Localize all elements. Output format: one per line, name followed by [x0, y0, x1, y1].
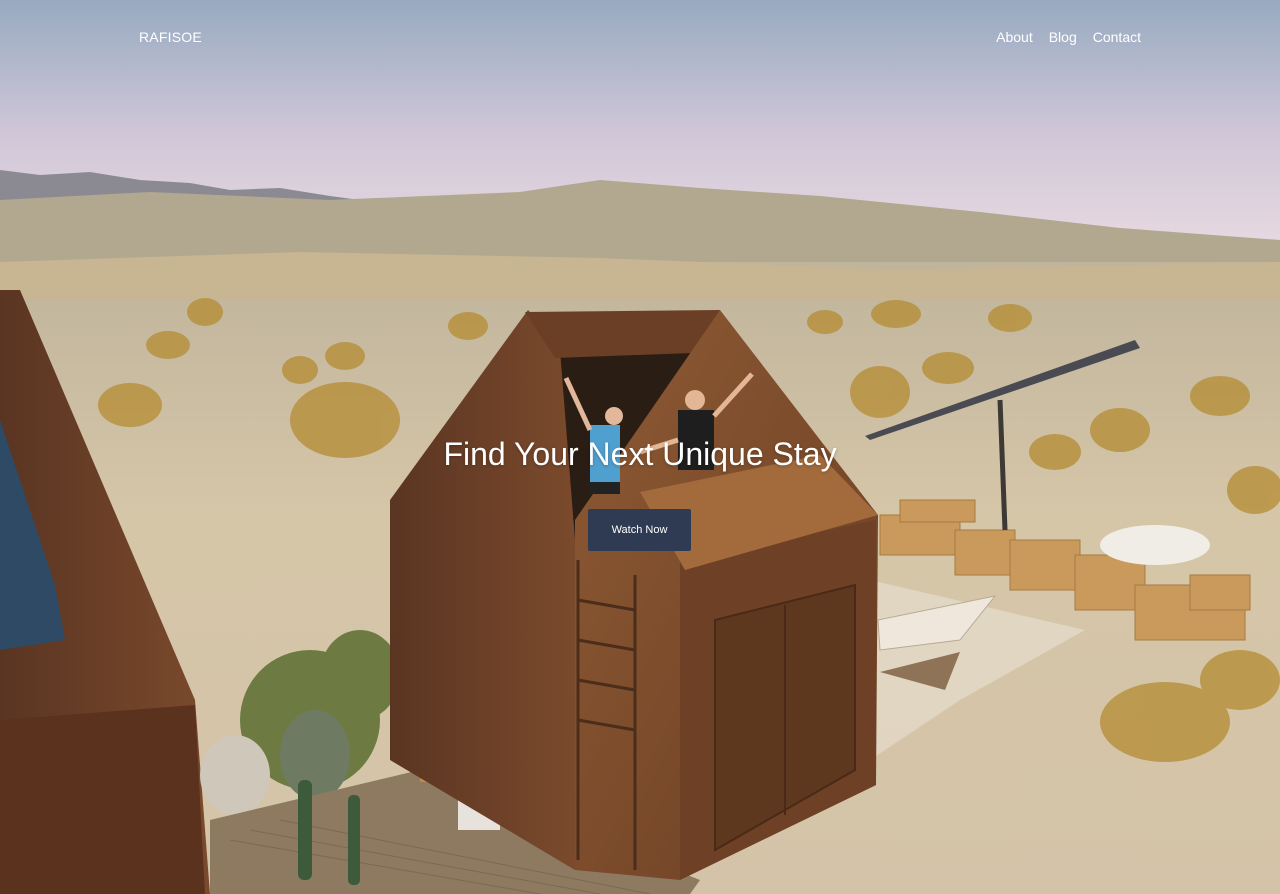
- hero-section: RAFISOE About Blog Contact Find Your Nex…: [0, 0, 1280, 894]
- brand-logo[interactable]: RAFISOE: [139, 29, 202, 45]
- nav-link-about[interactable]: About: [996, 29, 1033, 45]
- top-navigation: RAFISOE About Blog Contact: [0, 0, 1280, 74]
- hero-headline: Find Your Next Unique Stay: [443, 436, 837, 472]
- nav-link-contact[interactable]: Contact: [1093, 29, 1141, 45]
- nav-link-blog[interactable]: Blog: [1049, 29, 1077, 45]
- watch-now-button[interactable]: Watch Now: [588, 509, 691, 551]
- nav-links: About Blog Contact: [996, 29, 1141, 45]
